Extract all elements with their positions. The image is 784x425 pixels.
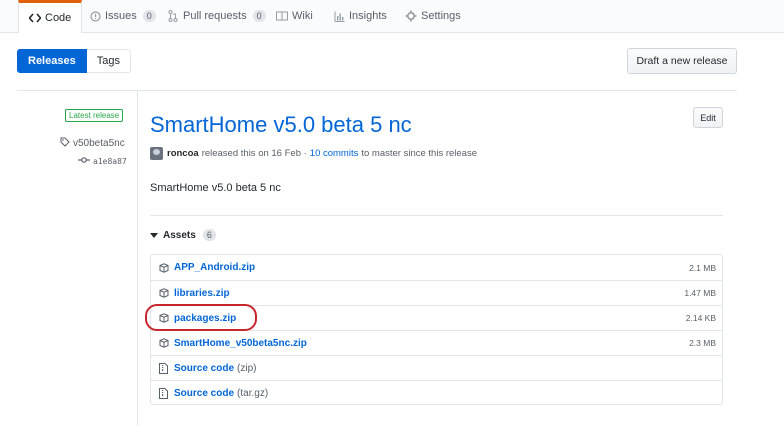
assets-toggle[interactable]: Assets 6	[150, 229, 216, 241]
commits-link[interactable]: 10 commits	[310, 148, 359, 159]
tab-settings-label: Settings	[421, 10, 461, 22]
asset-size: 2.1 MB	[689, 262, 716, 273]
repo-nav-bar: Code Issues 0 Pull requests 0 Wiki Insig…	[0, 0, 784, 33]
file-zip-icon	[159, 388, 169, 399]
source-code-link[interactable]: Source code	[174, 388, 234, 399]
body-divider	[150, 215, 723, 216]
asset-size: 2.14 KB	[685, 313, 716, 323]
asset-name[interactable]: APP_Android.zip	[174, 262, 255, 273]
book-icon	[276, 10, 288, 22]
assets-list: APP_Android.zip 2.1 MB libraries.zip 1.4…	[150, 254, 723, 405]
tab-wiki-label: Wiki	[292, 10, 313, 22]
source-code-link[interactable]: Source code	[174, 363, 234, 374]
source-code-ext: (zip)	[237, 362, 257, 374]
tab-pull-requests[interactable]: Pull requests 0	[167, 0, 266, 32]
tab-insights-label: Insights	[349, 10, 387, 22]
release-tag[interactable]: v50beta5nc	[60, 137, 125, 150]
tags-tab[interactable]: Tags	[86, 49, 131, 73]
pull-requests-counter: 0	[252, 10, 266, 22]
release-body: SmartHome v5.0 beta 5 nc	[150, 182, 281, 194]
section-divider	[17, 90, 737, 91]
package-icon	[159, 338, 169, 348]
asset-name[interactable]: packages.zip	[174, 313, 236, 324]
package-icon	[159, 262, 169, 273]
package-icon	[159, 288, 169, 298]
asset-name[interactable]: libraries.zip	[174, 288, 230, 299]
file-zip-icon	[159, 363, 169, 374]
list-item[interactable]: Source code (zip)	[151, 355, 722, 380]
edit-release-button[interactable]: Edit	[693, 107, 723, 128]
issue-icon	[89, 10, 101, 22]
latest-release-badge: Latest release	[65, 109, 124, 122]
source-code-ext: (tar.gz)	[237, 387, 269, 399]
asset-name[interactable]: SmartHome_v50beta5nc.zip	[174, 338, 307, 349]
tab-code[interactable]: Code	[18, 0, 83, 33]
draft-release-button[interactable]: Draft a new release	[627, 48, 737, 74]
gear-icon	[405, 10, 417, 22]
release-meta: roncoa released this on 16 Feb · 10 comm…	[150, 147, 477, 160]
tab-code-label: Code	[45, 12, 72, 24]
tab-issues[interactable]: Issues 0	[89, 0, 156, 32]
release-author[interactable]: roncoa	[167, 148, 199, 159]
assets-label: Assets	[163, 229, 196, 241]
graph-icon	[333, 10, 345, 22]
releases-subnav: Releases Tags	[17, 49, 131, 73]
list-item[interactable]: packages.zip 2.14 KB	[151, 305, 722, 330]
release-commit[interactable]: a1e8a87	[78, 156, 127, 166]
commit-icon	[78, 156, 90, 166]
since-text: to master since this release	[361, 148, 477, 159]
tab-insights[interactable]: Insights	[333, 0, 387, 32]
tab-settings[interactable]: Settings	[405, 0, 461, 32]
code-icon	[29, 12, 41, 24]
tab-pull-requests-label: Pull requests	[183, 10, 247, 22]
release-tag-label: v50beta5nc	[73, 138, 125, 149]
caret-down-icon	[150, 232, 158, 238]
asset-size: 1.47 MB	[684, 288, 716, 298]
list-item[interactable]: libraries.zip 1.47 MB	[151, 280, 722, 305]
assets-counter: 6	[202, 229, 216, 241]
release-title[interactable]: SmartHome v5.0 beta 5 nc	[150, 112, 412, 138]
tab-wiki[interactable]: Wiki	[276, 0, 313, 32]
avatar[interactable]	[150, 147, 163, 160]
release-commit-sha: a1e8a87	[93, 156, 127, 166]
list-item[interactable]: Source code (tar.gz)	[151, 380, 722, 405]
released-text: released this on 16 Feb ·	[201, 148, 307, 159]
list-item[interactable]: APP_Android.zip 2.1 MB	[151, 255, 722, 280]
issues-counter: 0	[142, 10, 156, 22]
package-icon	[159, 313, 169, 323]
tab-issues-label: Issues	[105, 10, 137, 22]
releases-tab[interactable]: Releases	[17, 49, 87, 73]
release-timeline-line	[137, 91, 138, 425]
pull-request-icon	[167, 10, 179, 22]
asset-size: 2.3 MB	[689, 338, 716, 348]
tag-icon	[60, 137, 70, 150]
list-item[interactable]: SmartHome_v50beta5nc.zip 2.3 MB	[151, 330, 722, 355]
